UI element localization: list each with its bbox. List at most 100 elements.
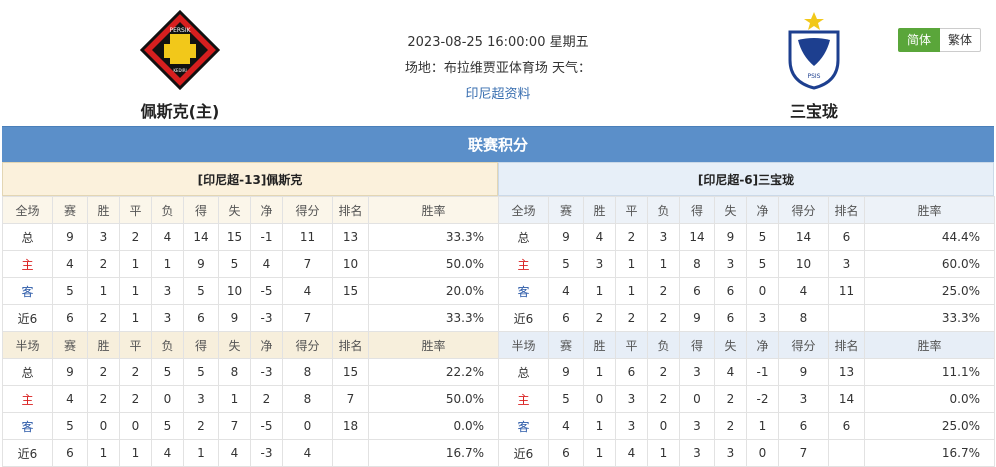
column-header: 赛 (548, 196, 584, 224)
table-cell: 5 (183, 358, 219, 386)
table-cell: 2 (87, 385, 120, 413)
table-cell: 5 (548, 250, 584, 278)
column-header: 平 (119, 331, 152, 359)
table-cell: 4 (151, 223, 184, 251)
table-cell: 3 (583, 250, 616, 278)
table-cell: 0.0% (864, 385, 995, 413)
table-row: 主 5 3 1 1 8 3 5 10 3 60.0% (498, 250, 995, 278)
table-cell: 4 (52, 385, 88, 413)
row-label: 客 (498, 277, 549, 305)
table-cell: 7 (778, 439, 829, 467)
table-cell: 1 (151, 250, 184, 278)
table-cell: 4 (583, 223, 616, 251)
table-cell: 6 (52, 439, 88, 467)
table-header-row: 全场赛胜平负得失净得分 排名 胜率 (2, 196, 499, 224)
table-cell: 0 (746, 439, 779, 467)
table-cell: 3 (679, 358, 715, 386)
table-cell: 13 (332, 223, 369, 251)
row-label: 主 (2, 385, 53, 413)
table-cell: 0 (119, 412, 152, 440)
table-cell: 33.3% (864, 304, 995, 332)
table-cell: 3 (679, 412, 715, 440)
away-standings-panel: [印尼超-6]三宝珑 全场赛胜平负得失净得分 排名 胜率总 9 4 2 3 14 9 5 14 6 44… (498, 162, 995, 467)
home-team-name: 佩斯克(主) (140, 102, 220, 121)
lang-traditional-button[interactable]: 繁体 (940, 28, 982, 52)
table-cell: 16.7% (864, 439, 995, 467)
column-header: 排名 (828, 331, 865, 359)
table-cell: 18 (332, 412, 369, 440)
table-cell: 1 (746, 412, 779, 440)
table-cell: 9 (778, 358, 829, 386)
table-row: 总 9 4 2 3 14 9 5 14 6 44.4% (498, 223, 995, 251)
column-header: 得 (679, 196, 715, 224)
table-row: 客 4 1 1 2 6 6 0 4 11 25.0% (498, 277, 995, 305)
svg-text:KEDIRI: KEDIRI (173, 68, 186, 73)
home-panel-title: [印尼超-13]佩斯克 (2, 162, 498, 196)
table-cell (828, 439, 865, 467)
table-cell: 5 (218, 250, 251, 278)
table-cell: 2 (87, 304, 120, 332)
column-header: 负 (647, 331, 680, 359)
table-cell: 3 (151, 277, 184, 305)
table-cell: 1 (647, 250, 680, 278)
table-cell: 3 (87, 223, 120, 251)
column-header: 负 (151, 331, 184, 359)
table-cell: 15 (332, 358, 369, 386)
table-cell: 1 (615, 250, 648, 278)
table-row: 总 9 1 6 2 3 4 -1 9 13 11.1% (498, 358, 995, 386)
table-cell: 9 (52, 223, 88, 251)
table-cell: 14 (778, 223, 829, 251)
lang-simplified-button[interactable]: 简体 (898, 28, 941, 52)
column-header: 净 (250, 331, 283, 359)
column-header: 失 (714, 331, 747, 359)
column-header: 得分 (282, 196, 333, 224)
column-header: 胜率 (864, 196, 995, 224)
table-cell: 44.4% (864, 223, 995, 251)
table-cell: 8 (679, 250, 715, 278)
table-cell: 4 (615, 439, 648, 467)
table-cell: 9 (183, 250, 219, 278)
table-cell: -3 (250, 304, 283, 332)
match-header: PERSIK KEDIRI 佩斯克(主) 2023-08-25 16:00:00… (0, 0, 996, 126)
table-cell: 3 (151, 304, 184, 332)
table-cell: 5 (151, 358, 184, 386)
table-cell: 1 (119, 250, 152, 278)
away-team[interactable]: PSIS 三宝珑 (714, 10, 914, 122)
table-cell: 9 (548, 358, 584, 386)
table-cell: 3 (714, 439, 747, 467)
table-cell: 5 (52, 412, 88, 440)
table-row: 总 9 2 2 5 5 8 -3 8 15 22.2% (2, 358, 499, 386)
row-label: 近6 (498, 439, 549, 467)
home-team[interactable]: PERSIK KEDIRI 佩斯克(主) (80, 10, 280, 122)
table-row: 主 4 2 2 0 3 1 2 8 7 50.0% (2, 385, 499, 413)
table-cell: 10 (332, 250, 369, 278)
table-row: 客 5 1 1 3 5 10 -5 4 15 20.0% (2, 277, 499, 305)
table-cell: 33.3% (368, 304, 499, 332)
column-header: 平 (615, 331, 648, 359)
table-cell: 6 (828, 412, 865, 440)
table-cell: 3 (183, 385, 219, 413)
table-cell: 2 (87, 250, 120, 278)
league-link[interactable]: 印尼超资料 (330, 82, 666, 108)
table-cell: 60.0% (864, 250, 995, 278)
table-cell: 2 (87, 358, 120, 386)
table-cell: -5 (250, 277, 283, 305)
row-label: 主 (498, 250, 549, 278)
column-header: 全场 (2, 196, 53, 224)
table-cell: 22.2% (368, 358, 499, 386)
row-label: 总 (498, 223, 549, 251)
table-cell: 8 (282, 385, 333, 413)
column-header: 失 (218, 196, 251, 224)
table-row: 近6 6 1 4 1 3 3 0 7 16.7% (498, 439, 995, 467)
table-cell: 1 (183, 439, 219, 467)
table-cell: -5 (250, 412, 283, 440)
table-cell: 9 (218, 304, 251, 332)
table-row: 主 4 2 1 1 9 5 4 7 10 50.0% (2, 250, 499, 278)
table-cell: 50.0% (368, 385, 499, 413)
table-cell: 5 (52, 277, 88, 305)
table-cell: 0 (679, 385, 715, 413)
table-cell: 50.0% (368, 250, 499, 278)
table-cell: 1 (87, 439, 120, 467)
table-cell: 7 (282, 250, 333, 278)
column-header: 赛 (548, 331, 584, 359)
